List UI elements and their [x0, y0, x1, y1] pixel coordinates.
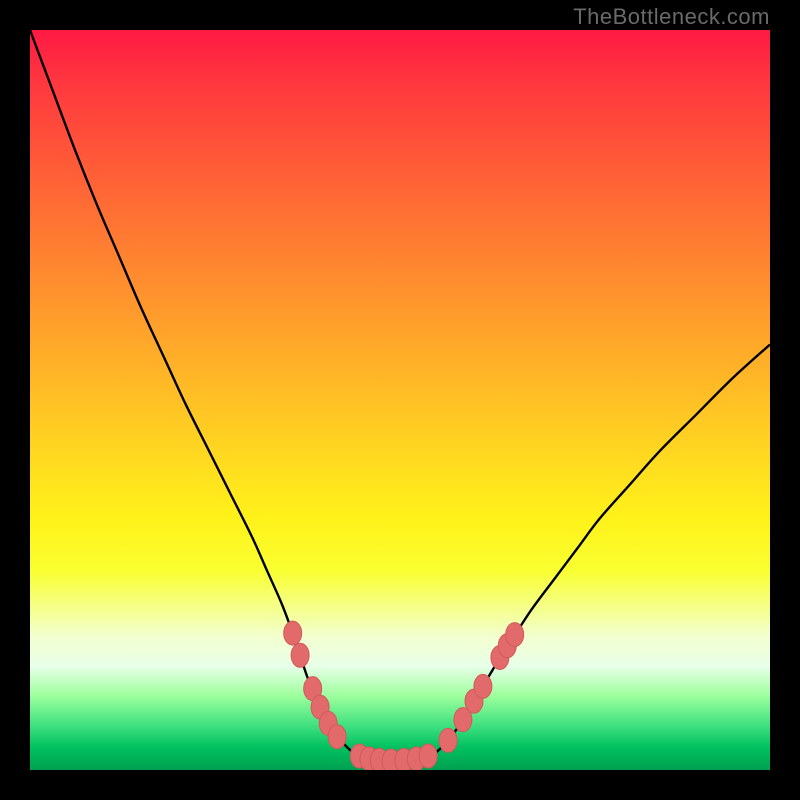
chart-svg [30, 30, 770, 770]
markers [284, 621, 524, 770]
marker-point [474, 674, 492, 698]
bottleneck-curve [30, 30, 770, 761]
marker-point [328, 725, 346, 749]
marker-point [506, 623, 524, 647]
marker-point [284, 621, 302, 645]
plot-area [30, 30, 770, 770]
marker-point [439, 728, 457, 752]
marker-point [419, 744, 437, 768]
chart-frame: TheBottleneck.com [0, 0, 800, 800]
marker-point [291, 643, 309, 667]
watermark-text: TheBottleneck.com [573, 4, 770, 30]
